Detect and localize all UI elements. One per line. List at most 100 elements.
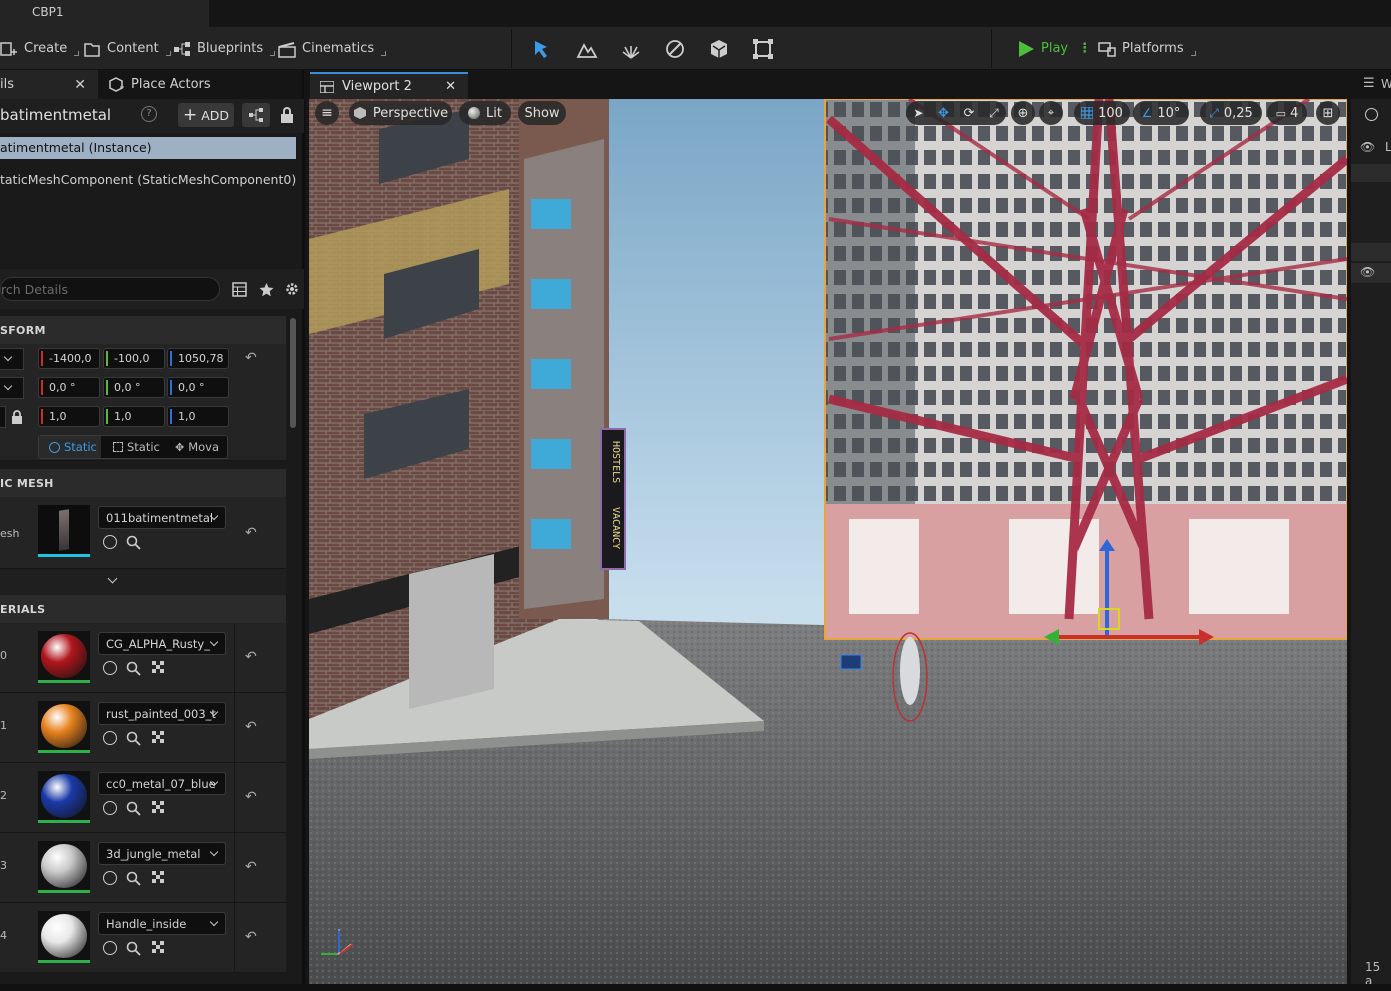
panel-splitter[interactable] bbox=[302, 70, 305, 991]
material-combo[interactable]: cc0_metal_07_blue bbox=[98, 772, 226, 795]
material-thumbnail[interactable] bbox=[38, 771, 90, 823]
modeling-mode-icon[interactable] bbox=[752, 38, 774, 60]
world-local-toggle[interactable]: ⊕ bbox=[1011, 101, 1035, 125]
scale-x-field[interactable]: 1,0 bbox=[38, 406, 100, 427]
fracture-mode-icon[interactable] bbox=[708, 38, 730, 60]
blueprints-button[interactable]: Blueprints bbox=[173, 27, 276, 70]
scale-lock-icon[interactable] bbox=[11, 410, 23, 424]
blueprint-convert-button[interactable] bbox=[242, 103, 270, 127]
rotation-snap-button[interactable]: ∠ 10° bbox=[1133, 101, 1189, 125]
browse-search-icon[interactable] bbox=[126, 801, 141, 816]
rotation-y-field[interactable]: 0,0 ° bbox=[103, 377, 165, 398]
visibility-eye-icon[interactable]: 👁 bbox=[1360, 140, 1375, 154]
use-selected-icon[interactable] bbox=[103, 801, 117, 815]
checker-texture-icon[interactable] bbox=[152, 661, 166, 675]
checker-texture-icon[interactable] bbox=[152, 731, 166, 745]
landscape-mode-icon[interactable] bbox=[576, 38, 598, 60]
material-combo[interactable]: rust_painted_003_t bbox=[98, 702, 226, 725]
table-view-icon[interactable] bbox=[232, 282, 247, 297]
browse-search-icon[interactable] bbox=[126, 731, 141, 746]
static-mesh-reset-icon[interactable]: ↶ bbox=[245, 526, 257, 540]
mesh-paint-mode-icon[interactable] bbox=[664, 38, 686, 60]
component-row-instance[interactable]: atimentmetal (Instance) bbox=[0, 137, 296, 159]
location-y-field[interactable]: -100,0 bbox=[103, 348, 165, 369]
tab-viewport-2[interactable]: Viewport 2 ✕ bbox=[310, 72, 468, 99]
add-component-button[interactable]: + ADD bbox=[178, 103, 234, 127]
location-reset-icon[interactable]: ↶ bbox=[245, 351, 257, 365]
browse-search-icon[interactable] bbox=[126, 535, 141, 550]
scale-dropdown[interactable] bbox=[0, 406, 6, 428]
show-button[interactable]: Show bbox=[518, 101, 566, 125]
browse-search-icon[interactable] bbox=[126, 941, 141, 956]
outliner-search-icon[interactable] bbox=[1365, 108, 1378, 121]
checker-texture-icon[interactable] bbox=[152, 871, 166, 885]
location-dropdown[interactable] bbox=[0, 348, 24, 370]
rotation-dropdown[interactable] bbox=[0, 377, 24, 399]
foliage-mode-icon[interactable] bbox=[620, 38, 642, 60]
close-icon[interactable]: ✕ bbox=[445, 79, 456, 94]
mobility-movable-option[interactable]: ✥ Mova bbox=[167, 436, 227, 458]
use-selected-icon[interactable] bbox=[103, 871, 117, 885]
search-details-input[interactable]: rch Details bbox=[0, 277, 220, 301]
static-mesh-section-header[interactable]: IC MESH bbox=[0, 469, 286, 497]
checker-texture-icon[interactable] bbox=[152, 801, 166, 815]
material-thumbnail[interactable] bbox=[38, 631, 90, 683]
mobility-stationary-option[interactable]: Static bbox=[105, 436, 165, 458]
use-selected-icon[interactable] bbox=[103, 941, 117, 955]
surface-snapping-button[interactable]: ⌖ bbox=[1039, 101, 1063, 125]
camera-speed-button[interactable]: ▭ 4 bbox=[1267, 101, 1307, 125]
level-viewport[interactable]: HOSTELS VACANCY ≡ Perspective Lit Show ➤… bbox=[309, 99, 1347, 984]
outliner-row[interactable] bbox=[1351, 164, 1391, 182]
tab-details[interactable]: ils ✕ bbox=[0, 70, 98, 99]
scale-y-field[interactable]: 1,0 bbox=[103, 406, 165, 427]
settings-gear-icon[interactable] bbox=[284, 281, 300, 297]
material-combo[interactable]: Handle_inside bbox=[98, 912, 226, 935]
perspective-button[interactable]: Perspective bbox=[349, 101, 452, 125]
platforms-button[interactable]: Platforms bbox=[1098, 27, 1196, 70]
selection-mode-icon[interactable] bbox=[531, 38, 553, 60]
browse-search-icon[interactable] bbox=[126, 661, 141, 676]
materials-section-header[interactable]: ERIALS bbox=[0, 595, 286, 623]
material-combo[interactable]: 3d_jungle_metal bbox=[98, 842, 226, 865]
material-reset-icon[interactable]: ↶ bbox=[245, 860, 257, 874]
help-icon[interactable]: ? bbox=[141, 106, 157, 122]
translate-icon[interactable]: ✥ bbox=[938, 106, 949, 121]
outliner-row[interactable]: 👁 bbox=[1351, 263, 1391, 283]
scale-snap-button[interactable]: ⤢ 0,25 bbox=[1200, 101, 1262, 125]
select-arrow-icon[interactable]: ➤ bbox=[913, 106, 923, 120]
transform-section-header[interactable]: SFORM bbox=[0, 316, 286, 344]
mobility-static-option[interactable]: Static bbox=[39, 436, 101, 458]
material-thumbnail[interactable] bbox=[38, 911, 90, 963]
static-mesh-thumbnail[interactable] bbox=[38, 505, 90, 557]
outliner-row[interactable] bbox=[1351, 243, 1391, 261]
material-reset-icon[interactable]: ↶ bbox=[245, 650, 257, 664]
rotate-icon[interactable]: ⟳ bbox=[964, 106, 975, 121]
outliner-tab[interactable]: ☰ W bbox=[1351, 70, 1391, 99]
use-selected-icon[interactable] bbox=[103, 661, 117, 675]
level-tab[interactable]: CBP1 bbox=[0, 0, 209, 27]
create-button[interactable]: Create bbox=[0, 27, 80, 70]
tab-place-actors[interactable]: Place Actors bbox=[108, 70, 258, 99]
material-thumbnail[interactable] bbox=[38, 701, 90, 753]
scale-z-field[interactable]: 1,0 bbox=[167, 406, 229, 427]
use-selected-icon[interactable] bbox=[103, 535, 117, 549]
checker-texture-icon[interactable] bbox=[152, 941, 166, 955]
component-row-static-mesh[interactable]: taticMeshComponent (StaticMeshComponent0… bbox=[0, 172, 296, 187]
browse-search-icon[interactable] bbox=[126, 871, 141, 886]
location-z-field[interactable]: 1050,78 bbox=[167, 348, 229, 369]
material-reset-icon[interactable]: ↶ bbox=[245, 720, 257, 734]
lit-button[interactable]: Lit bbox=[459, 101, 511, 125]
static-mesh-combo[interactable]: 011batimentmetal bbox=[98, 506, 226, 529]
location-x-field[interactable]: -1400,0 bbox=[38, 348, 100, 369]
favorites-star-icon[interactable] bbox=[259, 282, 274, 297]
use-selected-icon[interactable] bbox=[103, 731, 117, 745]
close-icon[interactable]: ✕ bbox=[74, 77, 86, 93]
material-combo[interactable]: CG_ALPHA_Rusty_ bbox=[98, 632, 226, 655]
cinematics-button[interactable]: Cinematics bbox=[278, 27, 387, 70]
play-button[interactable]: Play ⋮ bbox=[1017, 27, 1091, 70]
material-reset-icon[interactable]: ↶ bbox=[245, 790, 257, 804]
visibility-eye-icon[interactable]: 👁 bbox=[1360, 265, 1375, 279]
play-options-icon[interactable]: ⋮ bbox=[1078, 41, 1091, 56]
scale-icon[interactable]: ⤢ bbox=[989, 106, 999, 121]
viewport-layout-button[interactable]: ⊞ bbox=[1316, 101, 1340, 125]
